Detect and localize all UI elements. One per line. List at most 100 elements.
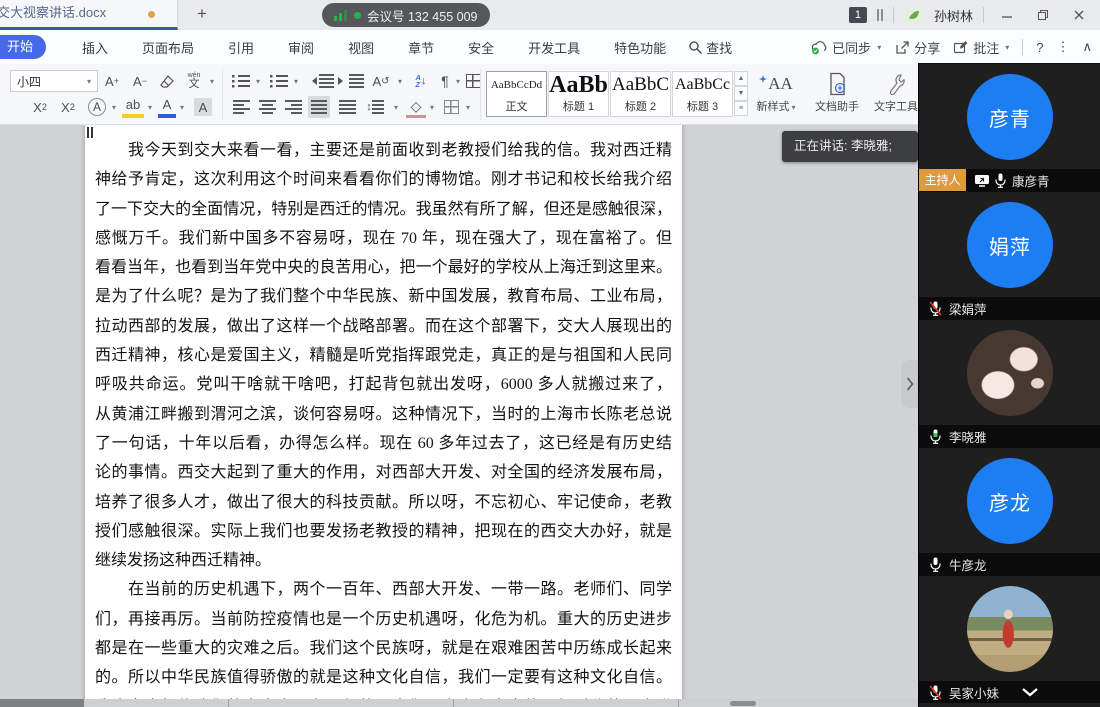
split-view-icon[interactable]	[877, 9, 883, 21]
ribbon-tab[interactable]: 视图	[348, 38, 374, 57]
collapse-ribbon-button[interactable]: ∧	[1082, 39, 1092, 55]
ribbon-tab[interactable]: 引用	[228, 38, 254, 57]
style-heading3[interactable]: AaBbCc 标题 3	[672, 71, 733, 117]
styles-scroll-down[interactable]: ▼	[734, 86, 748, 101]
paragraph-marks-dropdown[interactable]: ▾	[452, 70, 462, 92]
close-button[interactable]	[1066, 4, 1092, 26]
meeting-badge[interactable]: 会议号 132 455 009	[322, 3, 490, 27]
new-style-button[interactable]: AA 新样式▾	[752, 70, 800, 114]
increase-indent-button[interactable]	[338, 70, 364, 92]
ribbon-tab[interactable]: 开发工具	[528, 38, 580, 57]
clear-format-button[interactable]	[156, 70, 178, 92]
highlight-dropdown[interactable]: ▾	[144, 96, 154, 118]
user-avatar[interactable]	[904, 5, 924, 25]
text-tool-button[interactable]: 文字工具	[874, 70, 918, 114]
doc-count-badge[interactable]: 1	[849, 7, 867, 23]
document-line: 的。所以中华民族值得骄傲的就是这种文化自信，我们一定要有这种文化自信。	[95, 663, 672, 692]
text-effects-dropdown[interactable]: ▾	[108, 96, 118, 118]
superscript-button[interactable]: X2	[28, 96, 52, 118]
participant-tile[interactable]: 彦青 主持人 康彦青	[919, 64, 1100, 191]
new-tab-button[interactable]: +	[190, 2, 214, 26]
text-effects-button[interactable]: A	[86, 96, 108, 118]
sync-button[interactable]: 已同步▾	[810, 38, 881, 57]
document-line: 在当前的历史机遇下，两个一百年、西部大开发、一带一路。老师们、同学	[95, 575, 672, 604]
comment-button[interactable]: 批注▾	[953, 38, 1009, 57]
numbering-dropdown[interactable]: ▾	[290, 70, 300, 92]
align-center-icon	[259, 100, 276, 114]
help-button[interactable]: ?	[1036, 40, 1043, 55]
document-page[interactable]: 我今天到交大来看一看，主要还是前面收到老教授们给我的信。我对西迁精神给予肯定，这…	[85, 125, 682, 699]
participant-name: 李晓雅	[949, 427, 987, 446]
doc-assistant-label: 文档助手	[808, 98, 866, 114]
user-name[interactable]: 孙树林	[934, 6, 973, 25]
document-editor[interactable]: 我今天到交大来看一看，主要还是前面收到老教授们给我的信。我对西迁精神给予肯定，这…	[0, 125, 918, 699]
align-center-button[interactable]	[256, 96, 278, 118]
style-normal[interactable]: AaBbCcDd 正文	[486, 71, 547, 117]
chevron-down-icon: ▾	[1005, 43, 1009, 52]
share-icon	[894, 40, 910, 55]
pinyin-dropdown[interactable]: ▾	[206, 70, 216, 92]
shading-button[interactable]: ◇	[406, 96, 426, 118]
style-heading1[interactable]: AaBb 标题 1	[548, 71, 609, 117]
align-left-button[interactable]	[230, 96, 252, 118]
document-line: 了一下交大的全面情况，特别是西迁的情况。我虽然有所了解，但还是感触很深，	[95, 195, 672, 224]
ribbon-tab[interactable]: 插入	[82, 38, 108, 57]
char-shading-button[interactable]: A	[192, 96, 214, 118]
line-spacing-button[interactable]: ↕	[362, 96, 388, 118]
highlight-color-button[interactable]: ab	[122, 96, 144, 118]
horizontal-scrollbar-thumb[interactable]	[730, 701, 756, 706]
font-color-dropdown[interactable]: ▾	[176, 96, 186, 118]
share-button[interactable]: 分享	[894, 38, 940, 57]
ribbon-tab[interactable]: 页面布局	[142, 38, 194, 57]
minimize-button[interactable]	[994, 4, 1020, 26]
ribbon-tab[interactable]: 审阅	[288, 38, 314, 57]
document-text[interactable]: 我今天到交大来看一看，主要还是前面收到老教授们给我的信。我对西迁精神给予肯定，这…	[95, 136, 672, 699]
panel-collapse-handle[interactable]	[901, 360, 918, 408]
sort-button[interactable]: AZ↓	[408, 70, 434, 92]
document-tab[interactable]: 交大视察讲话.docx	[0, 0, 178, 30]
ribbon-tab-home[interactable]: 开始	[0, 35, 46, 59]
distribute-icon	[339, 100, 356, 114]
pinyin-guide-button[interactable]: wén文	[184, 70, 204, 92]
doc-assistant-button[interactable]: 文档助手	[808, 70, 866, 114]
numbering-button[interactable]	[268, 70, 290, 92]
text-direction-button[interactable]: A↺	[368, 70, 394, 92]
font-color-button[interactable]: A	[158, 96, 176, 118]
ribbon-tab[interactable]: 特色功能	[614, 38, 666, 57]
decrease-font-button[interactable]: A−	[128, 70, 152, 92]
find-button[interactable]: 查找	[688, 38, 732, 57]
line-spacing-dropdown[interactable]: ▾	[390, 96, 400, 118]
decrease-indent-button[interactable]	[308, 70, 334, 92]
borders-button[interactable]	[440, 96, 462, 118]
document-line: 拉动西部的发展，做出了这样一个战略部署。而在这个部署下，交大人展现出的	[95, 312, 672, 341]
shading-dropdown[interactable]: ▾	[426, 96, 436, 118]
meeting-number: 会议号 132 455 009	[367, 6, 478, 25]
participant-tile[interactable]: 李晓雅	[919, 320, 1100, 447]
bullets-dropdown[interactable]: ▾	[252, 70, 262, 92]
ribbon-tab[interactable]: 章节	[408, 38, 434, 57]
participant-tile[interactable]: 娟萍 梁娟萍	[919, 192, 1100, 319]
style-heading2[interactable]: AaBbC 标题 2	[610, 71, 671, 117]
justify-button[interactable]	[308, 96, 330, 118]
more-menu-button[interactable]: ⋮	[1056, 39, 1069, 55]
participant-label: 吴家小妹	[919, 681, 1100, 703]
text-direction-dropdown[interactable]: ▾	[394, 70, 404, 92]
styles-scroll-up[interactable]: ▲	[734, 71, 748, 86]
styles-more-button[interactable]: ≡	[734, 101, 748, 116]
subscript-button[interactable]: X2	[56, 96, 80, 118]
align-right-icon	[285, 100, 302, 114]
increase-font-button[interactable]: A+	[100, 70, 124, 92]
numbered-list-icon	[270, 74, 288, 88]
style-label: 正文	[487, 98, 546, 114]
borders-dropdown[interactable]: ▾	[462, 96, 472, 118]
bullets-button[interactable]	[230, 70, 252, 92]
font-size-combo[interactable]: 小四▾	[10, 70, 98, 92]
font-size-value: 小四	[17, 73, 41, 90]
restore-button[interactable]	[1030, 4, 1056, 26]
participant-tile[interactable]: 彦龙 牛彦龙	[919, 448, 1100, 575]
participant-tile[interactable]: 吴家小妹	[919, 576, 1100, 707]
distribute-button[interactable]	[336, 96, 358, 118]
ribbon-tab[interactable]: 安全	[468, 38, 494, 57]
expand-chevron-icon[interactable]	[1021, 687, 1039, 697]
align-right-button[interactable]	[282, 96, 304, 118]
